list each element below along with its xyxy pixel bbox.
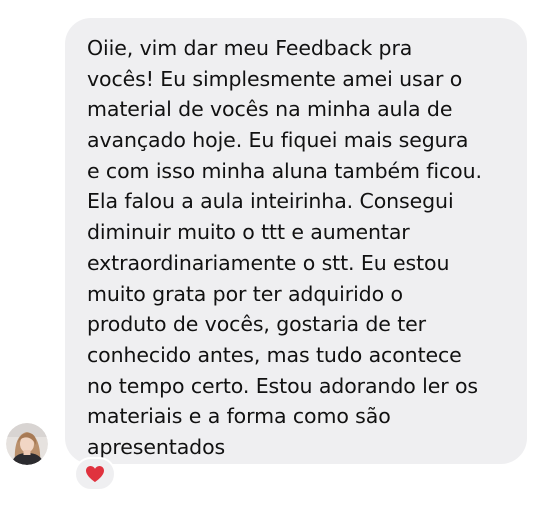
message-line: materiais e a forma como são: [87, 404, 391, 429]
message-line: extraordinariamente o stt. Eu estou: [87, 250, 450, 275]
reaction-badge[interactable]: [74, 457, 116, 491]
message-line: vocês! Eu simplesmente amei usar o: [87, 66, 463, 91]
message-line: conhecido antes, mas tudo acontece: [87, 342, 462, 367]
message-line: e com isso minha aluna também ficou.: [87, 158, 482, 183]
message-line: apresentados: [87, 434, 226, 459]
heart-icon: [86, 466, 104, 482]
profile-photo-icon: [6, 423, 48, 465]
message-line: produto de vocês, gostaria de ter: [87, 312, 427, 337]
message-line: Oiie, vim dar meu Feedback pra: [87, 36, 413, 60]
message-line: Ela falou a aula inteirinha. Consegui: [87, 189, 454, 214]
message-line: muito grata por ter adquirido o: [87, 281, 403, 306]
avatar[interactable]: [6, 423, 48, 465]
message-line: no tempo certo. Estou adorando ler os: [87, 373, 478, 398]
message-bubble[interactable]: Oiie, vim dar meu Feedback pra vocês! Eu…: [65, 18, 527, 464]
message-line: material de vocês na minha aula de: [87, 97, 453, 122]
message-line: diminuir muito o ttt e aumentar: [87, 220, 410, 245]
message-line: avançado hoje. Eu fiquei mais segura: [87, 128, 469, 153]
